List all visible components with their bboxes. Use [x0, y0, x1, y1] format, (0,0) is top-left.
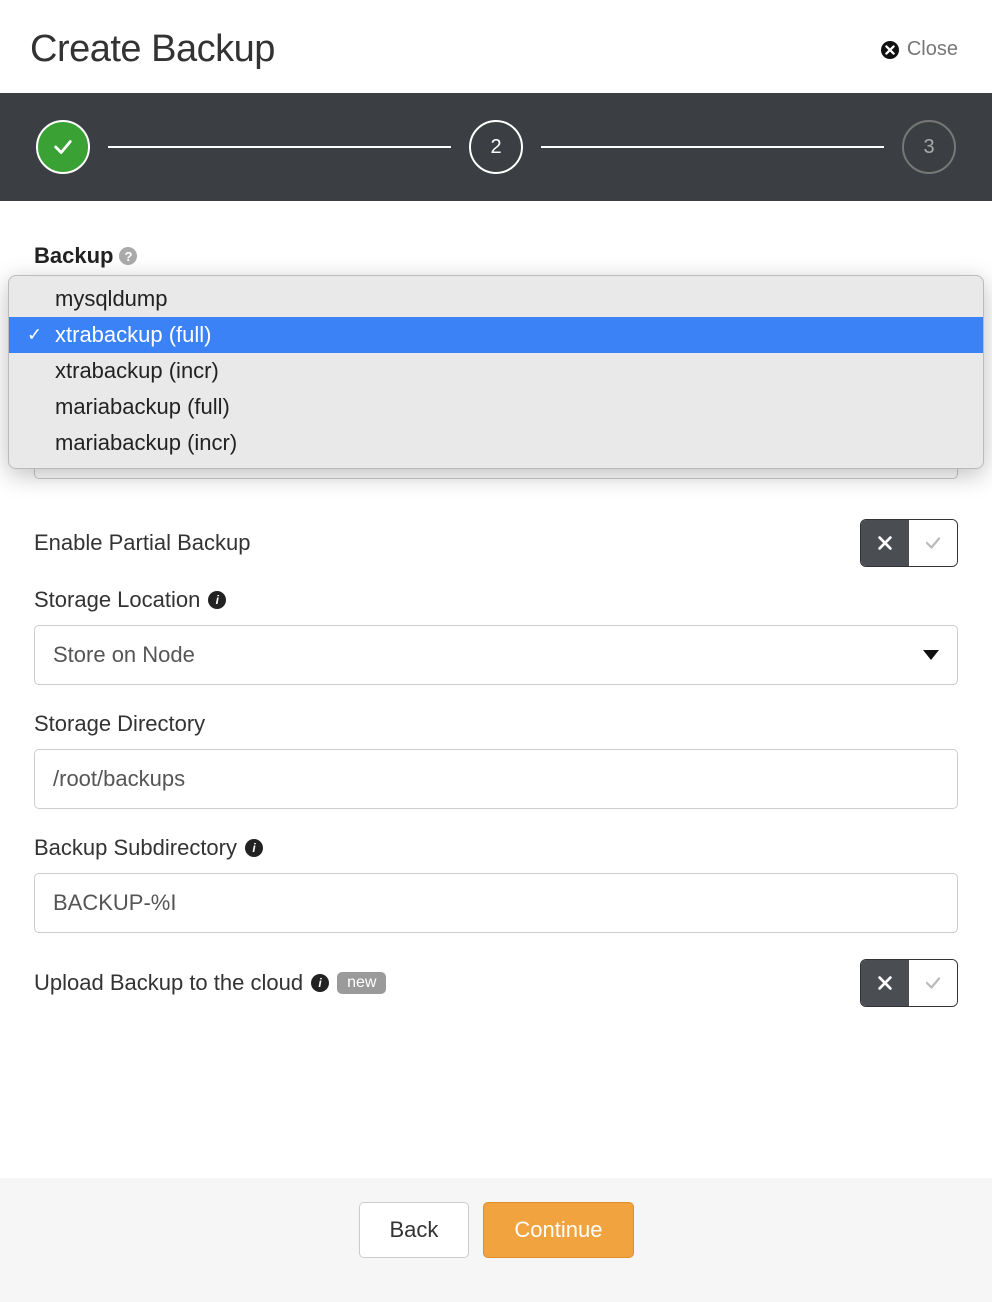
- close-button[interactable]: Close: [881, 38, 958, 61]
- toggle-off-button[interactable]: [861, 960, 909, 1006]
- check-icon: [924, 974, 942, 992]
- storage-location-value: Store on Node: [53, 642, 195, 668]
- check-icon: [52, 136, 74, 158]
- new-badge: new: [337, 972, 386, 994]
- step-2-active: 2: [469, 120, 523, 174]
- upload-cloud-label: Upload Backup to the cloud i new: [34, 970, 386, 996]
- enable-partial-toggle[interactable]: [860, 519, 958, 567]
- continue-button[interactable]: Continue: [483, 1202, 633, 1258]
- toggle-off-button[interactable]: [861, 520, 909, 566]
- modal-header: Create Backup Close: [0, 0, 992, 93]
- enable-partial-row: Enable Partial Backup: [34, 519, 958, 567]
- storage-directory-input[interactable]: [34, 749, 958, 809]
- close-label: Close: [907, 38, 958, 61]
- step-connector: [541, 146, 884, 148]
- dropdown-option-mysqldump[interactable]: mysqldump: [9, 276, 983, 317]
- x-icon: [876, 974, 894, 992]
- backup-subdir-label: Backup Subdirectory i: [34, 835, 958, 861]
- modal-footer: Back Continue: [0, 1178, 992, 1302]
- storage-location-select[interactable]: Store on Node: [34, 625, 958, 685]
- storage-location-group: Storage Location i Store on Node: [34, 587, 958, 685]
- stepper-bar: 2 3: [0, 93, 992, 201]
- upload-cloud-toggle[interactable]: [860, 959, 958, 1007]
- info-icon[interactable]: i: [208, 591, 226, 609]
- toggle-on-button[interactable]: [909, 520, 957, 566]
- info-icon[interactable]: i: [245, 839, 263, 857]
- toggle-on-button[interactable]: [909, 960, 957, 1006]
- backup-method-dropdown[interactable]: mysqldump xtrabackup (full) xtrabackup (…: [8, 275, 984, 469]
- help-icon[interactable]: ?: [119, 247, 137, 265]
- enable-partial-label: Enable Partial Backup: [34, 530, 250, 556]
- back-button[interactable]: Back: [359, 1202, 470, 1258]
- check-icon: [924, 534, 942, 552]
- dropdown-option-xtrabackup-full[interactable]: xtrabackup (full): [9, 317, 983, 353]
- storage-directory-group: Storage Directory: [34, 711, 958, 809]
- step-1-done: [36, 120, 90, 174]
- section-title: Backup ?: [34, 243, 958, 269]
- section-title-text: Backup: [34, 243, 113, 269]
- storage-directory-label: Storage Directory: [34, 711, 958, 737]
- x-icon: [876, 534, 894, 552]
- step-connector: [108, 146, 451, 148]
- close-icon: [881, 41, 899, 59]
- dropdown-option-xtrabackup-incr[interactable]: xtrabackup (incr): [9, 353, 983, 389]
- storage-location-label: Storage Location i: [34, 587, 958, 613]
- dropdown-option-mariabackup-full[interactable]: mariabackup (full): [9, 389, 983, 425]
- form-content: Backup ? mysqldump xtrabackup (full) xtr…: [0, 201, 992, 1178]
- backup-subdir-group: Backup Subdirectory i: [34, 835, 958, 933]
- backup-subdir-input[interactable]: [34, 873, 958, 933]
- upload-cloud-row: Upload Backup to the cloud i new: [34, 959, 958, 1007]
- info-icon[interactable]: i: [311, 974, 329, 992]
- chevron-down-icon: [923, 650, 939, 660]
- modal-title: Create Backup: [30, 28, 275, 71]
- step-3-future: 3: [902, 120, 956, 174]
- dropdown-option-mariabackup-incr[interactable]: mariabackup (incr): [9, 425, 983, 468]
